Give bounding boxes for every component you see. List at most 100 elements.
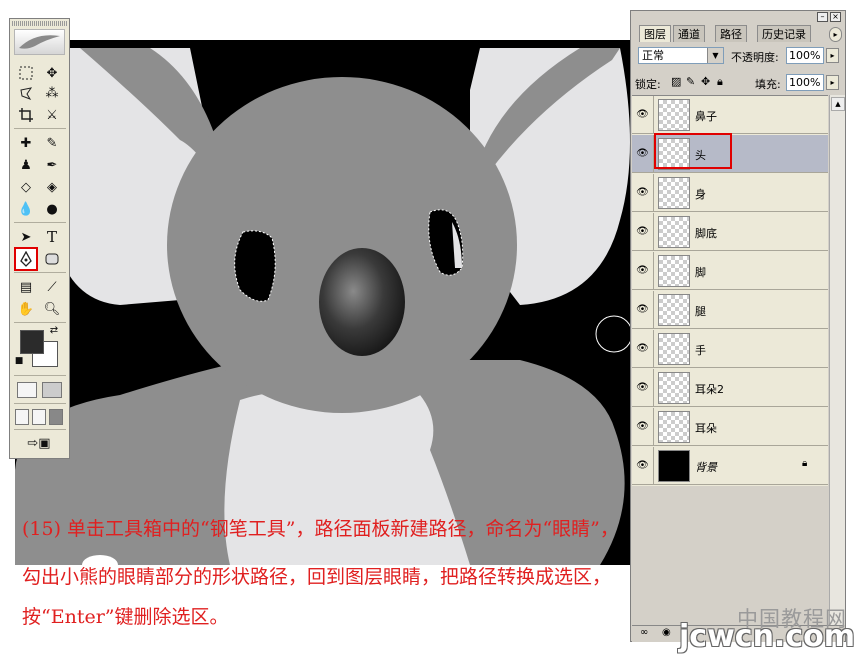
- eye-visibility-icon[interactable]: 👁︎: [632, 330, 654, 367]
- eyedropper-tool-icon[interactable]: ⟋: [42, 277, 62, 297]
- hand-tool-icon[interactable]: ✋: [16, 299, 36, 319]
- layer-thumbnail: [658, 99, 690, 131]
- blur-tool-icon[interactable]: 💧: [16, 199, 36, 219]
- toolbox-grip[interactable]: [12, 21, 67, 26]
- left-eye-selection: [234, 230, 276, 302]
- blend-mode-value: 正常: [642, 49, 664, 62]
- koala-head: [167, 77, 517, 413]
- fill-slider-button[interactable]: ▸: [826, 75, 839, 90]
- marquee-tool-icon[interactable]: [16, 63, 36, 83]
- tab-history[interactable]: 历史记录: [757, 25, 811, 42]
- lock-transparency-icon[interactable]: ▨: [671, 75, 681, 88]
- foreground-color-swatch[interactable]: [20, 330, 44, 354]
- fill-label: 填充:: [755, 78, 781, 91]
- watermark-site-url: jcwcn.com: [679, 619, 855, 654]
- instruction-line-2: 勾出小熊的眼睛部分的形状路径，回到图层眼睛，把路径转换成选区，: [22, 566, 612, 588]
- layer-name[interactable]: 脚: [695, 264, 706, 280]
- layer-style-icon[interactable]: ◉: [662, 627, 671, 638]
- type-tool-glyph: T: [46, 228, 57, 246]
- eye-visibility-icon[interactable]: 👁︎: [632, 408, 654, 445]
- chevron-down-icon: ▼: [707, 48, 723, 63]
- palette-menu-icon[interactable]: ▸: [829, 27, 842, 42]
- tab-channels[interactable]: 通道: [673, 25, 705, 42]
- scroll-up-icon[interactable]: ▲: [831, 97, 845, 111]
- notes-tool-icon[interactable]: ▤: [16, 277, 36, 297]
- eye-visibility-icon[interactable]: 👁︎: [632, 135, 654, 172]
- layer-row[interactable]: 👁︎ 身: [632, 174, 828, 212]
- layer-thumbnail: [658, 450, 690, 482]
- lock-all-icon[interactable]: 🔒︎: [717, 75, 723, 89]
- eye-visibility-icon[interactable]: 👁︎: [632, 369, 654, 406]
- swap-colors-icon[interactable]: ⇄: [48, 324, 60, 336]
- eraser-tool-icon[interactable]: ◇: [16, 177, 36, 197]
- layer-name[interactable]: 鼻子: [695, 108, 717, 124]
- fill-field[interactable]: 100%: [786, 74, 824, 91]
- shape-tool-icon[interactable]: [42, 249, 62, 269]
- layer-row[interactable]: 👁︎ 脚底: [632, 213, 828, 251]
- feather-logo-icon[interactable]: [14, 29, 65, 55]
- instruction-line-1: (15) 单击工具箱中的“钢笔工具”，路径面板新建路径，命名为“眼睛”，: [22, 518, 619, 540]
- palette-titlebar[interactable]: – ×: [631, 11, 845, 23]
- layer-thumbnail: [658, 372, 690, 404]
- close-icon[interactable]: ×: [830, 12, 841, 22]
- tab-layers-label: 图层: [644, 28, 666, 41]
- layer-name[interactable]: 身: [695, 186, 706, 202]
- type-tool-icon[interactable]: T: [42, 227, 62, 247]
- layer-name[interactable]: 腿: [695, 303, 706, 319]
- opacity-field[interactable]: 100%: [786, 47, 824, 64]
- paint-bucket-tool-icon[interactable]: ◈: [42, 177, 62, 197]
- eye-visibility-icon[interactable]: 👁︎: [632, 447, 654, 484]
- healing-brush-tool-icon[interactable]: ✚: [16, 133, 36, 153]
- eye-visibility-icon[interactable]: 👁︎: [632, 213, 654, 250]
- lock-position-icon[interactable]: ✥: [701, 75, 710, 88]
- layer-name[interactable]: 背景: [695, 459, 717, 475]
- full-screen-menu-mode-button[interactable]: [32, 409, 46, 425]
- layer-row[interactable]: 👁︎ 手: [632, 330, 828, 368]
- lock-image-icon[interactable]: ✎: [686, 75, 695, 88]
- layer-row[interactable]: 👁︎ 腿: [632, 291, 828, 329]
- pen-tool-icon[interactable]: [14, 247, 38, 271]
- layer-row[interactable]: 👁︎ 脚: [632, 252, 828, 290]
- eye-visibility-icon[interactable]: 👁︎: [632, 291, 654, 328]
- tab-paths-label: 路径: [720, 28, 742, 41]
- tab-layers[interactable]: 图层: [639, 25, 671, 42]
- quick-mask-mode-button[interactable]: [42, 382, 62, 398]
- slice-tool-icon[interactable]: ⚔: [42, 105, 62, 125]
- layer-row[interactable]: 👁︎ 鼻子: [632, 96, 828, 134]
- clone-stamp-tool-icon[interactable]: ♟: [16, 155, 36, 175]
- layer-name[interactable]: 耳朵: [695, 420, 717, 436]
- layer-row[interactable]: 👁︎ 耳朵: [632, 408, 828, 446]
- layer-row[interactable]: 👁︎ 背景 🔒︎: [632, 447, 828, 485]
- standard-mode-button[interactable]: [17, 382, 37, 398]
- zoom-tool-icon[interactable]: 🔍︎: [42, 299, 62, 319]
- jump-to-imageready-icon[interactable]: ⇨▣: [16, 433, 62, 453]
- layer-row[interactable]: 👁︎ 耳朵2: [632, 369, 828, 407]
- layer-thumbnail: [658, 294, 690, 326]
- layer-name[interactable]: 耳朵2: [695, 381, 724, 397]
- layer-thumbnail: [658, 177, 690, 209]
- blend-mode-select[interactable]: 正常 ▼: [638, 47, 724, 64]
- eye-visibility-icon[interactable]: 👁︎: [632, 96, 654, 133]
- eye-visibility-icon[interactable]: 👁︎: [632, 252, 654, 289]
- toolbox-panel: ✥ ⁂ ⚔ ✚ ✎ ♟ ✒ ◇ ◈ 💧 ● ➤ T ▤ ⟋ ✋ 🔍︎ ⇄ ■ ⇨…: [9, 18, 70, 459]
- layer-thumbnail: [658, 216, 690, 248]
- standard-screen-mode-button[interactable]: [15, 409, 29, 425]
- opacity-slider-button[interactable]: ▸: [826, 48, 839, 63]
- eye-visibility-icon[interactable]: 👁︎: [632, 174, 654, 211]
- dodge-tool-icon[interactable]: ●: [42, 199, 62, 219]
- move-tool-icon[interactable]: ✥: [42, 63, 62, 83]
- magic-wand-tool-icon[interactable]: ⁂: [42, 83, 62, 103]
- default-colors-icon[interactable]: ■: [14, 356, 24, 366]
- link-layers-icon[interactable]: ∞: [640, 627, 648, 638]
- path-selection-tool-icon[interactable]: ➤: [16, 227, 36, 247]
- tab-paths[interactable]: 路径: [715, 25, 747, 42]
- history-brush-tool-icon[interactable]: ✒: [42, 155, 62, 175]
- minimize-icon[interactable]: –: [817, 12, 828, 22]
- lasso-tool-icon[interactable]: [16, 83, 36, 103]
- layers-scrollbar[interactable]: ▲: [829, 95, 845, 625]
- layer-name[interactable]: 手: [695, 342, 706, 358]
- brush-tool-icon[interactable]: ✎: [42, 133, 62, 153]
- full-screen-mode-button[interactable]: [49, 409, 63, 425]
- crop-tool-icon[interactable]: [16, 105, 36, 125]
- layer-name[interactable]: 脚底: [695, 225, 717, 241]
